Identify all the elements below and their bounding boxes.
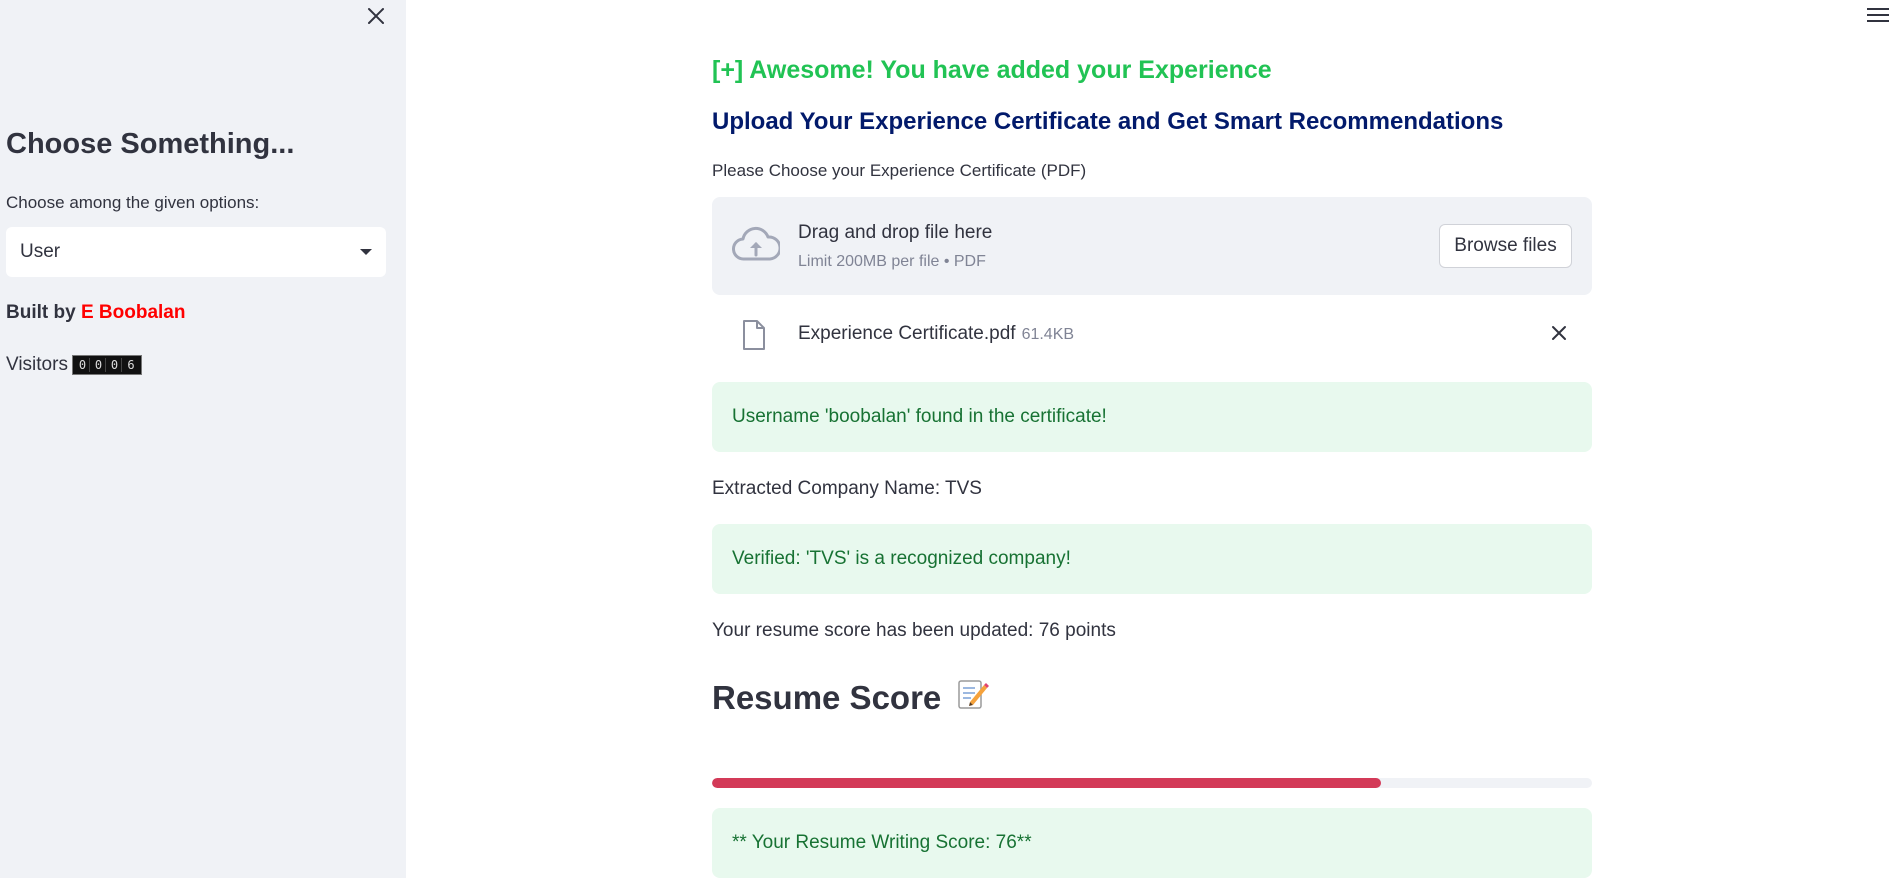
company-verified-alert: Verified: 'TVS' is a recognized company! [712,524,1592,594]
score-progress-fill [712,778,1381,788]
visitor-counter-digit: 0 [76,358,90,372]
select-label: Choose among the given options: [6,193,260,212]
sidebar-close-icon[interactable] [364,4,388,28]
remove-file-close-icon[interactable] [1547,321,1571,345]
file-name-text: Experience Certificate.pdf [798,323,1016,344]
sidebar: Choose Something... Choose among the giv… [0,0,406,878]
company-name-text: Extracted Company Name: TVS [712,478,982,499]
role-select-value: User [20,241,61,262]
hamburger-menu-icon[interactable] [1867,6,1889,24]
dropzone-limit: Limit 200MB per file • PDF [798,253,986,270]
author-link[interactable]: E Boobalan [81,302,186,323]
cloud-upload-icon [732,225,782,270]
visitor-counter: 0 0 0 6 [71,355,142,375]
resume-score-heading: Resume Score [712,677,990,719]
memo-icon [955,677,990,719]
resume-score-alert: ** Your Resume Writing Score: 76** [712,808,1592,878]
file-icon [741,319,767,356]
file-size: 61.4KB [1021,326,1075,343]
upload-heading: Upload Your Experience Certificate and G… [712,108,1504,135]
resume-score-title: Resume Score [712,679,942,716]
built-by-prefix: Built by [6,302,81,323]
browse-files-button[interactable]: Browse files [1439,224,1572,268]
uploaded-file-row: Experience Certificate.pdf 61.4KB [712,313,1592,355]
dropzone-title: Drag and drop file here [798,222,993,243]
success-heading: [+] Awesome! You have added your Experie… [712,56,1272,84]
score-updated-text: Your resume score has been updated: 76 p… [712,620,1116,641]
visitor-counter-digit: 0 [92,358,106,372]
role-select[interactable]: User [6,227,386,277]
username-success-alert: Username 'boobalan' found in the certifi… [712,382,1592,452]
file-dropzone[interactable]: Drag and drop file here Limit 200MB per … [712,197,1592,295]
visitor-counter-digit: 6 [127,358,135,372]
visitors: Visitors 0 0 0 6 [6,354,142,376]
score-progress-bar [712,778,1592,788]
sidebar-title: Choose Something... [6,128,295,160]
chevron-down-icon [360,249,372,255]
visitors-label: Visitors [6,354,68,375]
uploaded-file-name: Experience Certificate.pdf 61.4KB [798,323,1074,345]
visitor-counter-digit: 0 [108,358,122,372]
built-by: Built by E Boobalan [6,302,185,324]
uploader-label: Please Choose your Experience Certificat… [712,161,1087,180]
